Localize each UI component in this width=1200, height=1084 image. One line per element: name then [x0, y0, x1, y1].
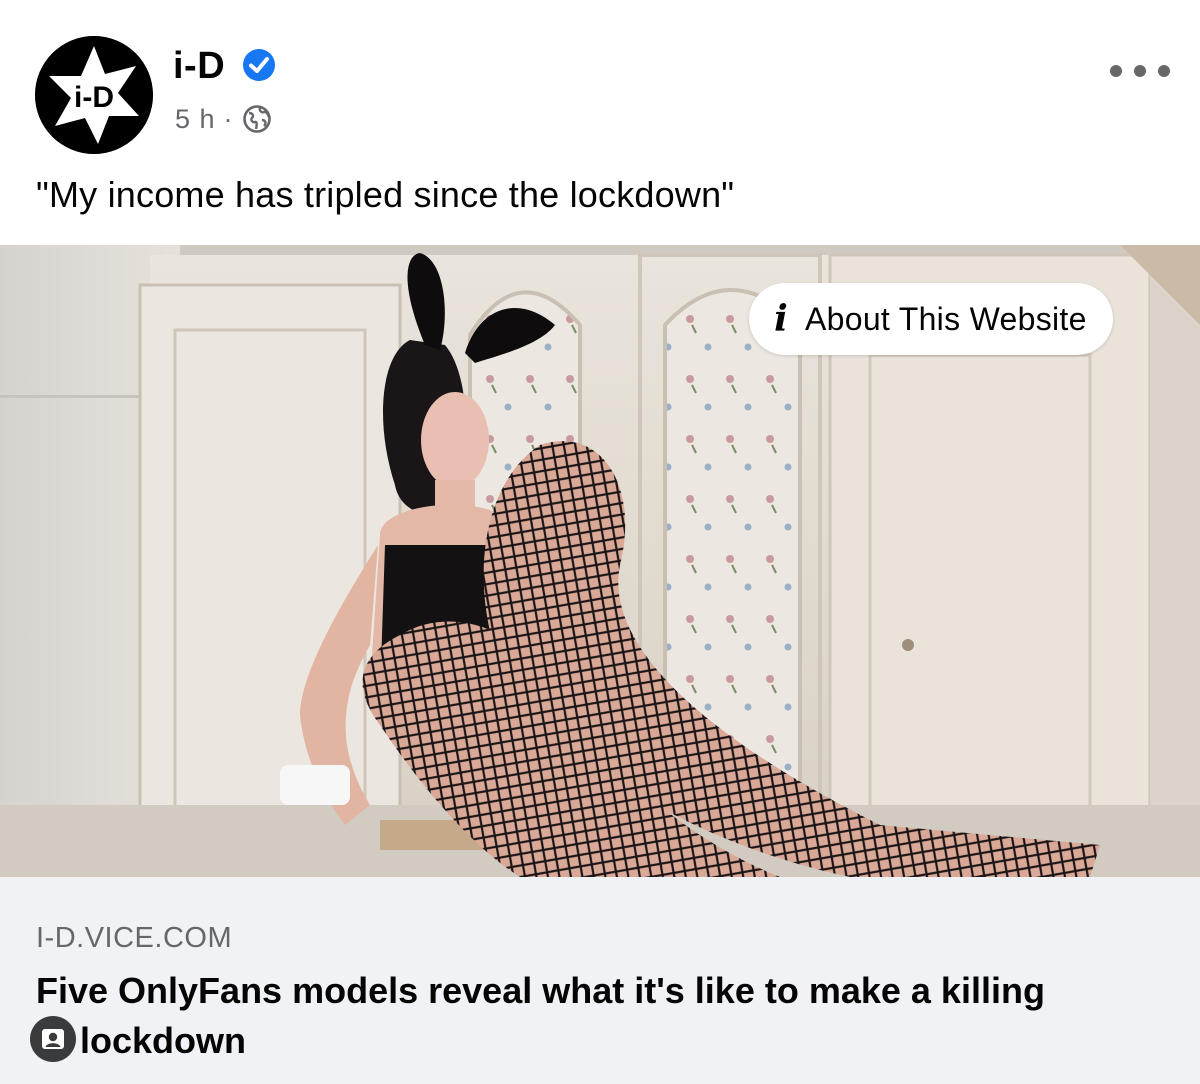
about-this-website-button[interactable]: i About This Website [749, 283, 1113, 355]
more-dot [1110, 65, 1122, 77]
meta-separator: · [223, 104, 234, 134]
about-this-website-label: About This Website [805, 300, 1087, 337]
link-domain: I-D.VICE.COM [36, 922, 233, 954]
link-title[interactable]: Five OnlyFans models reveal what it's li… [36, 966, 1176, 1066]
id-logo: i-D [35, 36, 153, 154]
more-dot [1134, 65, 1146, 77]
more-dot [1158, 65, 1170, 77]
info-icon: i [774, 298, 788, 340]
globe-icon [242, 105, 271, 133]
post-text: "My income has tripled since the lockdow… [36, 174, 735, 215]
user-icon [30, 1016, 76, 1062]
page-avatar[interactable]: i-D [35, 36, 153, 154]
link-title-line-2: lockdown [80, 1020, 247, 1061]
author-name[interactable]: i-D [173, 44, 225, 88]
link-title-line-1: Five OnlyFans models reveal what it's li… [36, 970, 1045, 1011]
verified-badge-icon [243, 49, 275, 81]
avatar-text: i-D [74, 81, 114, 114]
more-options-icon[interactable] [1110, 56, 1170, 86]
post-meta: 5 h · [175, 102, 272, 136]
facebook-post: i-D i-D 5 h · "My income has tripled sin… [0, 0, 1200, 1084]
post-timestamp[interactable]: 5 h [175, 102, 216, 136]
